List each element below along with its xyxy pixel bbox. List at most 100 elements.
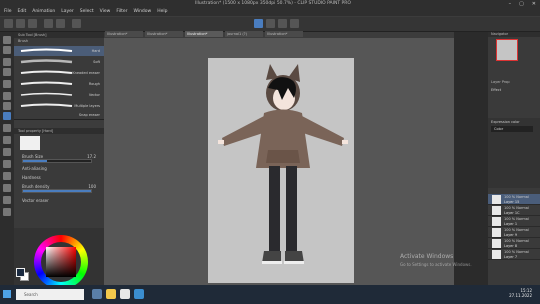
new-file-icon[interactable] xyxy=(4,19,13,28)
brush-name: Hard xyxy=(91,49,100,53)
transform-icon[interactable] xyxy=(290,19,299,28)
menu-animation[interactable]: Animation xyxy=(32,9,55,17)
fill-tool-icon[interactable] xyxy=(3,160,11,168)
navigator-thumbnail[interactable] xyxy=(496,39,518,61)
minimize-button[interactable]: – xyxy=(509,1,512,7)
layer-row[interactable]: 100 % Normal Layer 15 xyxy=(488,194,540,205)
doc-tab[interactable]: Illustration* xyxy=(265,31,303,37)
pen-tool-icon[interactable] xyxy=(3,92,11,100)
brush-item[interactable]: Snap eraser xyxy=(14,110,104,120)
vector-eraser-label[interactable]: Vector eraser xyxy=(22,198,49,203)
balloon-tool-icon[interactable] xyxy=(3,208,11,216)
ruler-icon[interactable] xyxy=(266,19,275,28)
brush-item[interactable]: Soft xyxy=(14,57,104,67)
redo-icon[interactable] xyxy=(56,19,65,28)
tool-property-panel: Tool property [Hard] Brush Size 17.2 Ant… xyxy=(14,128,104,228)
auto-select-icon[interactable] xyxy=(3,68,11,76)
taskbar-clock[interactable]: 15:12 27.11.2022 xyxy=(509,288,532,298)
foreground-color-swatch[interactable] xyxy=(16,268,25,277)
open-file-icon[interactable] xyxy=(16,19,25,28)
close-button[interactable]: ✕ xyxy=(532,1,536,7)
brush-size-fill xyxy=(23,160,47,162)
grid-icon[interactable] xyxy=(278,19,287,28)
right-panels: Navigator Layer Prop Effect Expression c… xyxy=(454,32,540,294)
blend-tool-icon[interactable] xyxy=(3,148,11,156)
layer-property-panel: Layer Prop Effect xyxy=(488,78,540,118)
layer-thumbnail xyxy=(492,206,501,215)
figure-tool-icon[interactable] xyxy=(3,184,11,192)
layer-name: Layer 15 xyxy=(504,199,520,204)
eraser-tool-icon[interactable] xyxy=(3,136,11,144)
menu-edit[interactable]: Edit xyxy=(18,9,27,17)
brush-name: Rough xyxy=(88,82,100,86)
layer-blend: 100 % Normal xyxy=(504,228,529,232)
layer-name: Layer 7 xyxy=(504,254,518,259)
menu-select[interactable]: Select xyxy=(80,9,94,17)
file-explorer-icon[interactable] xyxy=(106,289,116,299)
layer-property-header: Layer Prop xyxy=(491,80,510,84)
tool-strip xyxy=(0,32,14,294)
gradient-tool-icon[interactable] xyxy=(3,172,11,180)
subtool-group[interactable]: Brush xyxy=(18,39,28,43)
expression-color-select[interactable]: Color xyxy=(491,126,533,132)
layer-row[interactable]: 100 % Normal Layer 1C xyxy=(488,205,540,216)
menu-filter[interactable]: Filter xyxy=(116,9,127,17)
task-view-icon[interactable] xyxy=(92,289,102,299)
brush-name: Snap eraser xyxy=(78,113,100,117)
layer-thumbnail xyxy=(492,250,501,259)
brush-item[interactable]: Hard xyxy=(14,46,104,56)
menu-view[interactable]: View xyxy=(100,9,111,17)
doc-tab[interactable]: Illustration* xyxy=(105,31,143,37)
layer-blend: 100 % Normal xyxy=(504,239,529,243)
hardness-label: Hardness xyxy=(22,175,41,180)
menu-file[interactable]: File xyxy=(4,9,12,17)
layer-row[interactable]: 100 % Normal Layer 1 xyxy=(488,216,540,227)
layer-row[interactable]: 100 % Normal Layer 8 xyxy=(488,238,540,249)
snap-icon[interactable] xyxy=(254,19,263,28)
browser-icon[interactable] xyxy=(120,289,130,299)
eyedropper-icon[interactable] xyxy=(3,80,11,88)
brush-item[interactable]: Rough xyxy=(14,79,104,89)
undo-icon[interactable] xyxy=(44,19,53,28)
save-icon[interactable] xyxy=(28,19,37,28)
selection-tool-icon[interactable] xyxy=(3,58,11,66)
doc-tab-active[interactable]: Illustration* xyxy=(185,31,223,37)
brush-name: Kneaded eraser xyxy=(72,71,100,75)
brush-name: Soft xyxy=(93,60,100,64)
brush-stroke-icon xyxy=(20,81,73,85)
text-tool-icon[interactable] xyxy=(3,196,11,204)
canvas[interactable] xyxy=(208,58,354,283)
layer-thumbnail xyxy=(492,195,501,204)
clear-icon[interactable] xyxy=(72,19,81,28)
taskbar-search-input[interactable]: Search xyxy=(16,289,84,300)
brush-density-fill xyxy=(23,190,91,192)
brush-size-slider[interactable] xyxy=(22,159,92,163)
maximize-button[interactable]: ▢ xyxy=(519,1,524,7)
airbrush-icon[interactable] xyxy=(3,124,11,132)
subtool-header: Sub Tool [Brush] xyxy=(14,32,104,38)
canvas-area[interactable] xyxy=(104,38,454,285)
menu-window[interactable]: Window xyxy=(133,9,151,17)
saturation-value-square[interactable] xyxy=(46,247,76,277)
layer-row[interactable]: 100 % Normal Layer 7 xyxy=(488,249,540,260)
clip-studio-icon[interactable] xyxy=(134,289,144,299)
pencil-tool-icon[interactable] xyxy=(3,102,11,110)
windows-start-icon[interactable] xyxy=(3,290,11,298)
doc-tab[interactable]: Illustration* xyxy=(145,31,183,37)
clock-date: 27.11.2022 xyxy=(509,293,532,298)
zoom-tool-icon[interactable] xyxy=(3,36,11,44)
doc-tab[interactable]: journal1 (?) xyxy=(225,31,263,37)
brush-item[interactable]: Kneaded eraser xyxy=(14,68,104,78)
menu-help[interactable]: Help xyxy=(157,9,167,17)
move-tool-icon[interactable] xyxy=(3,46,11,54)
window-controls: – ▢ ✕ xyxy=(509,1,536,7)
layer-blend: 100 % Normal xyxy=(504,217,529,221)
layer-thumbnail xyxy=(492,217,501,226)
layer-row[interactable]: 100 % Normal Layer 9 xyxy=(488,227,540,238)
brush-item[interactable]: Vector xyxy=(14,90,104,100)
effect-label: Effect xyxy=(491,88,502,92)
brush-density-slider[interactable] xyxy=(22,189,92,193)
menu-layer[interactable]: Layer xyxy=(61,9,74,17)
brush-tool-icon[interactable] xyxy=(3,112,11,120)
color-wheel[interactable] xyxy=(34,235,88,289)
